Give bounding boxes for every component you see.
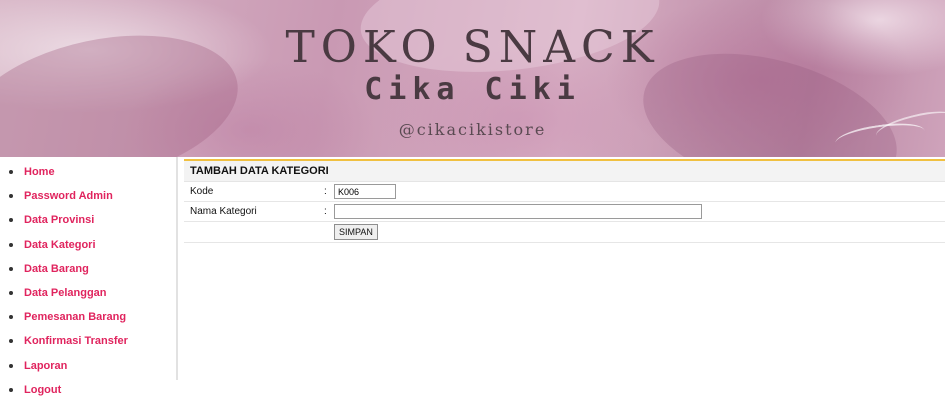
form-panel: TAMBAH DATA KATEGORI Kode : Nama Kategor… bbox=[184, 159, 945, 243]
sidebar-item-home[interactable]: Home bbox=[0, 160, 176, 184]
kode-colon: : bbox=[324, 186, 327, 197]
sidebar-item-password-admin[interactable]: Password Admin bbox=[0, 184, 176, 208]
sidebar-item-data-barang[interactable]: Data Barang bbox=[0, 257, 176, 281]
kode-input[interactable] bbox=[334, 184, 396, 199]
store-title: TOKO SNACK bbox=[285, 22, 660, 73]
nama-kategori-label: Nama Kategori bbox=[190, 206, 257, 217]
submit-row: SIMPAN bbox=[184, 222, 945, 243]
store-subtitle: Cika Ciki bbox=[364, 72, 581, 107]
nama-kategori-input[interactable] bbox=[334, 204, 702, 219]
simpan-button[interactable]: SIMPAN bbox=[334, 224, 378, 240]
sidebar-menu: Home Password Admin Data Provinsi Data K… bbox=[0, 157, 178, 396]
kode-row: Kode : bbox=[184, 182, 945, 202]
sidebar-item-data-kategori[interactable]: Data Kategori bbox=[0, 233, 176, 257]
store-handle: @cikacikistore bbox=[398, 120, 547, 139]
sidebar-item-laporan[interactable]: Laporan bbox=[0, 354, 176, 378]
nama-kategori-colon: : bbox=[324, 206, 327, 217]
sidebar-item-data-provinsi[interactable]: Data Provinsi bbox=[0, 208, 176, 232]
kode-label: Kode bbox=[190, 186, 214, 197]
sidebar-item-logout[interactable]: Logout bbox=[0, 378, 176, 402]
sidebar-item-pemesanan-barang[interactable]: Pemesanan Barang bbox=[0, 305, 176, 329]
sidebar-item-konfirmasi-transfer[interactable]: Konfirmasi Transfer bbox=[0, 329, 176, 353]
sidebar-list: Home Password Admin Data Provinsi Data K… bbox=[0, 157, 176, 402]
nama-kategori-row: Nama Kategori : bbox=[184, 202, 945, 222]
sidebar-item-data-pelanggan[interactable]: Data Pelanggan bbox=[0, 281, 176, 305]
form-heading: TAMBAH DATA KATEGORI bbox=[184, 161, 945, 182]
header-banner: TOKO SNACK Cika Ciki @cikacikistore bbox=[0, 0, 945, 157]
